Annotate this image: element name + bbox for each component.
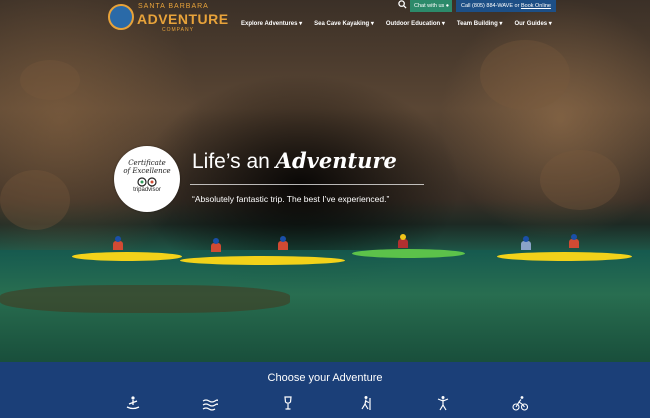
kayak	[180, 256, 345, 265]
badge-brand: tripadvisor	[133, 187, 161, 193]
logo-wordmark: ADVENTURE	[137, 11, 229, 27]
phone-box: Call (805) 884-WAVE or Book Online	[456, 0, 556, 12]
logo[interactable]: SANTA BARBARA ADVENTURE COMPANY	[108, 2, 228, 34]
section-title: Choose your Adventure	[267, 372, 383, 384]
owl-icon	[137, 177, 157, 187]
nav-team-building[interactable]: Team Building ▾	[457, 20, 503, 27]
kayak	[72, 252, 182, 261]
chat-label: Chat with us	[414, 3, 445, 9]
kayaker	[397, 234, 409, 248]
kayak	[497, 252, 632, 261]
kayaker	[112, 236, 124, 250]
kayaker	[277, 236, 289, 250]
badge-title: Certificate of Excellence	[123, 159, 171, 175]
nav-our-guides[interactable]: Our Guides ▾	[514, 20, 551, 27]
kayak	[352, 249, 465, 258]
search-icon[interactable]	[396, 0, 408, 12]
main-nav: Explore Adventures ▾ Sea Cave Kayaking ▾…	[241, 20, 552, 27]
logo-company: COMPANY	[162, 27, 194, 33]
testimonial-quote: “Absolutely fantastic trip. The best I’v…	[192, 194, 390, 204]
logo-emblem-icon	[108, 4, 134, 30]
kayaker	[520, 236, 532, 250]
chat-button[interactable]: Chat with us ●	[410, 0, 452, 12]
hero-headline: Life’s an Adventure	[192, 148, 397, 173]
book-online-link[interactable]: Book Online	[521, 3, 551, 9]
divider	[190, 184, 424, 185]
wine-glass-icon[interactable]	[280, 395, 296, 411]
nav-explore-adventures[interactable]: Explore Adventures ▾	[241, 20, 302, 27]
logo-tagline: SANTA BARBARA	[138, 3, 209, 10]
cycling-icon[interactable]	[512, 395, 528, 411]
nav-outdoor-education[interactable]: Outdoor Education ▾	[386, 20, 445, 27]
kayak-icon[interactable]	[125, 395, 141, 411]
chat-icon: ●	[445, 3, 450, 9]
tripadvisor-badge[interactable]: Certificate of Excellence tripadvisor	[114, 146, 180, 212]
nav-sea-cave-kayaking[interactable]: Sea Cave Kayaking ▾	[314, 20, 374, 27]
hero-image	[0, 0, 650, 362]
kelp	[0, 285, 290, 313]
hiking-icon[interactable]	[358, 395, 374, 411]
waves-icon[interactable]	[202, 395, 218, 411]
choose-adventure-section: Choose your Adventure	[0, 362, 650, 418]
yoga-icon[interactable]	[435, 395, 451, 411]
kayaker	[568, 234, 580, 248]
kayaker	[210, 238, 222, 252]
phone-text[interactable]: Call (805) 884-WAVE or	[461, 3, 521, 9]
